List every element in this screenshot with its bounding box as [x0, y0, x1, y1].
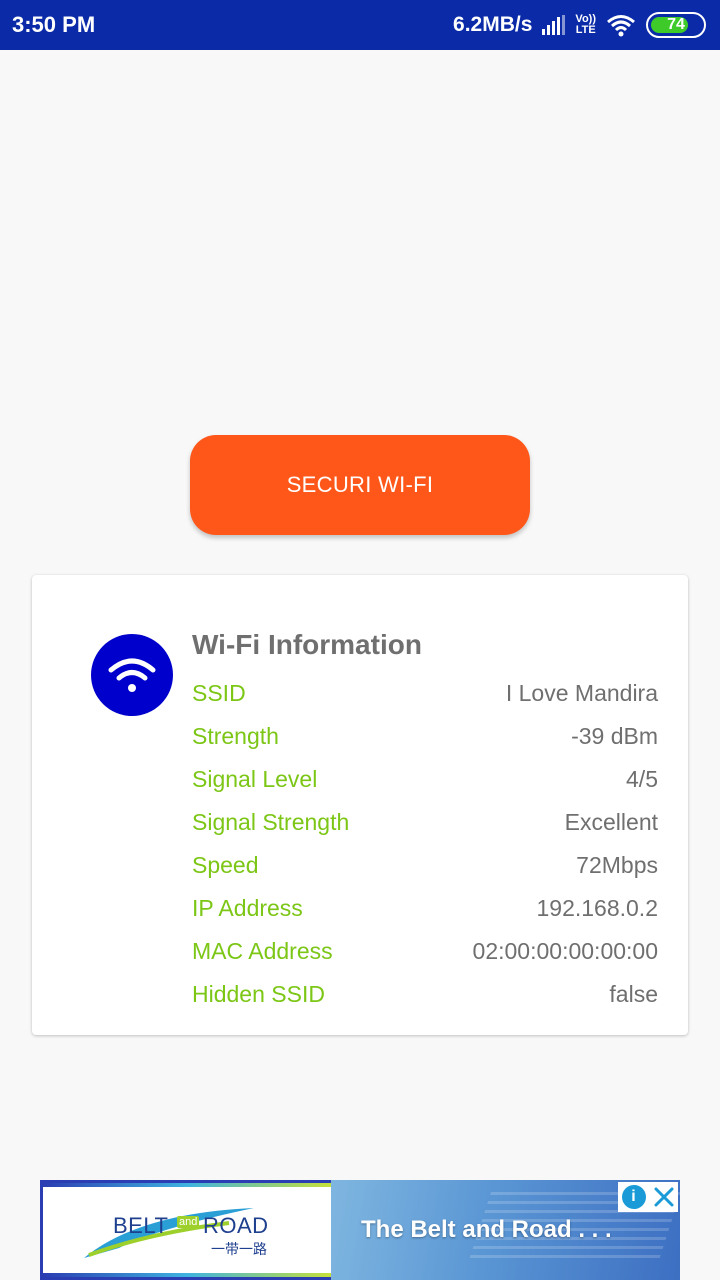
info-row: Hidden SSID false: [192, 973, 658, 1016]
volte-bottom-label: LTE: [575, 24, 596, 36]
securi-wifi-button[interactable]: SECURI WI-FI: [190, 435, 530, 535]
info-row-value: 02:00:00:00:00:00: [472, 938, 658, 964]
info-row: Strength -39 dBm: [192, 715, 658, 758]
info-row-value: -39 dBm: [571, 723, 658, 749]
info-row-value: 4/5: [626, 766, 658, 792]
ad-logo-sub: 一带一路: [211, 1241, 267, 1257]
info-row-label: Speed: [192, 852, 259, 878]
info-row-label: Strength: [192, 723, 279, 749]
wifi-info-rows: SSID I Love Mandira Strength -39 dBm Signal …: [192, 672, 658, 1016]
info-row: Signal Strength Excellent: [192, 801, 658, 844]
volte-icon: Vo)) LTE: [575, 14, 596, 36]
status-time: 3:50 PM: [12, 12, 96, 37]
battery-level: 74: [667, 16, 685, 33]
info-row-label: IP Address: [192, 895, 303, 921]
info-row-value: Excellent: [564, 809, 658, 835]
wifi-glyph: [108, 658, 156, 692]
ad-controls: i: [618, 1182, 678, 1212]
info-row-value: 72Mbps: [576, 852, 658, 878]
info-row-label: SSID: [192, 680, 246, 706]
info-row-label: Signal Level: [192, 766, 318, 792]
ad-close-icon[interactable]: [653, 1186, 675, 1208]
ad-logo-text-right: ROAD: [203, 1213, 269, 1238]
info-row: Speed 72Mbps: [192, 844, 658, 887]
info-row: MAC Address 02:00:00:00:00:00: [192, 930, 658, 973]
ad-info-icon[interactable]: i: [621, 1185, 646, 1209]
status-icons: 6.2MB/s Vo)) LTE 74: [453, 12, 706, 38]
info-row-value: I Love Mandira: [505, 680, 658, 706]
ad-logo-text-left: BELT: [113, 1213, 169, 1238]
info-row-value: false: [609, 981, 658, 1007]
cell-signal-icon: [542, 15, 566, 35]
info-row: IP Address 192.168.0.2: [192, 887, 658, 930]
card-title: Wi-Fi Information: [192, 629, 422, 660]
ad-logo-panel[interactable]: BELT and ROAD 一带一路: [43, 1183, 331, 1277]
wifi-info-card: Wi-Fi Information SSID I Love Mandira Stre…: [32, 575, 688, 1035]
info-row: SSID I Love Mandira: [192, 672, 658, 715]
status-bar: 3:50 PM 6.2MB/s Vo)) LTE 74: [0, 0, 720, 50]
ad-strip-bottom: [43, 1273, 331, 1277]
network-speed: 6.2MB/s: [453, 13, 533, 36]
wifi-status-icon: [607, 15, 635, 37]
ad-logo-and: and: [177, 1216, 200, 1228]
ad-banner[interactable]: BELT and ROAD 一带一路 The Belt and Road . .…: [40, 1180, 680, 1280]
wifi-icon: [91, 634, 173, 716]
ad-strip-top: [43, 1183, 331, 1187]
info-row-label: Hidden SSID: [192, 981, 325, 1007]
info-row-label: MAC Address: [192, 938, 333, 964]
info-row: Signal Level 4/5: [192, 758, 658, 801]
ad-headline[interactable]: The Belt and Road . . .: [361, 1216, 612, 1244]
battery-icon: 74: [646, 12, 706, 38]
info-row-value: 192.168.0.2: [536, 895, 658, 921]
info-row-label: Signal Strength: [192, 809, 350, 835]
